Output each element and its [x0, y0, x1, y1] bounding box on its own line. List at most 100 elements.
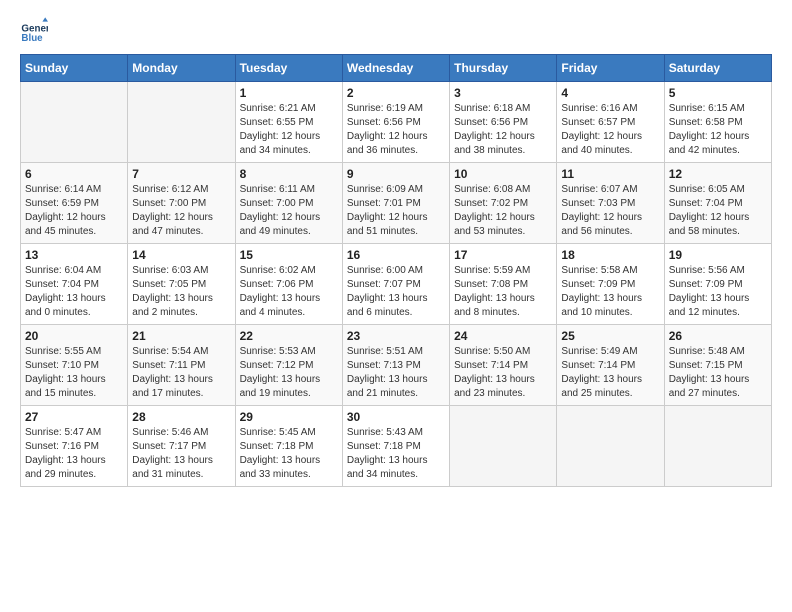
day-info: Sunrise: 6:12 AM Sunset: 7:00 PM Dayligh… — [132, 183, 230, 239]
day-number: 25 — [561, 329, 659, 343]
day-number: 12 — [669, 167, 767, 181]
day-number: 4 — [561, 86, 659, 100]
day-info: Sunrise: 6:00 AM Sunset: 7:07 PM Dayligh… — [347, 264, 445, 320]
day-cell: 16 Sunrise: 6:00 AM Sunset: 7:07 PM Dayli… — [342, 244, 449, 325]
day-number: 19 — [669, 248, 767, 262]
day-info: Sunrise: 5:43 AM Sunset: 7:18 PM Dayligh… — [347, 426, 445, 482]
week-row-2: 6 Sunrise: 6:14 AM Sunset: 6:59 PM Daylig… — [21, 163, 772, 244]
day-cell: 18 Sunrise: 5:58 AM Sunset: 7:09 PM Dayli… — [557, 244, 664, 325]
day-info: Sunrise: 6:04 AM Sunset: 7:04 PM Dayligh… — [25, 264, 123, 320]
day-cell: 13 Sunrise: 6:04 AM Sunset: 7:04 PM Dayli… — [21, 244, 128, 325]
day-cell — [557, 406, 664, 487]
day-cell — [664, 406, 771, 487]
day-info: Sunrise: 5:45 AM Sunset: 7:18 PM Dayligh… — [240, 426, 338, 482]
day-number: 5 — [669, 86, 767, 100]
day-cell: 1 Sunrise: 6:21 AM Sunset: 6:55 PM Daylig… — [235, 82, 342, 163]
day-cell: 8Sunrise: 6:11 AM Sunset: 7:00 PM Daylig… — [235, 163, 342, 244]
week-row-4: 20 Sunrise: 5:55 AM Sunset: 7:10 PM Dayli… — [21, 325, 772, 406]
day-cell: 12 Sunrise: 6:05 AM Sunset: 7:04 PM Dayli… — [664, 163, 771, 244]
day-cell: 17 Sunrise: 5:59 AM Sunset: 7:08 PM Dayli… — [450, 244, 557, 325]
day-cell: 6 Sunrise: 6:14 AM Sunset: 6:59 PM Daylig… — [21, 163, 128, 244]
day-number: 29 — [240, 410, 338, 424]
day-cell: 29 Sunrise: 5:45 AM Sunset: 7:18 PM Dayli… — [235, 406, 342, 487]
day-info: Sunrise: 6:09 AM Sunset: 7:01 PM Dayligh… — [347, 183, 445, 239]
day-cell: 26 Sunrise: 5:48 AM Sunset: 7:15 PM Dayli… — [664, 325, 771, 406]
day-info: Sunrise: 5:48 AM Sunset: 7:15 PM Dayligh… — [669, 345, 767, 401]
day-number: 10 — [454, 167, 552, 181]
day-info: Sunrise: 5:46 AM Sunset: 7:17 PM Dayligh… — [132, 426, 230, 482]
day-info: Sunrise: 5:50 AM Sunset: 7:14 PM Dayligh… — [454, 345, 552, 401]
calendar-table: SundayMondayTuesdayWednesdayThursdayFrid… — [20, 54, 772, 487]
day-info: Sunrise: 6:07 AM Sunset: 7:03 PM Dayligh… — [561, 183, 659, 239]
day-cell: 19Sunrise: 5:56 AM Sunset: 7:09 PM Dayli… — [664, 244, 771, 325]
day-info: Sunrise: 6:16 AM Sunset: 6:57 PM Dayligh… — [561, 102, 659, 158]
day-number: 27 — [25, 410, 123, 424]
day-cell: 27 Sunrise: 5:47 AM Sunset: 7:16 PM Dayli… — [21, 406, 128, 487]
day-cell — [450, 406, 557, 487]
day-number: 15 — [240, 248, 338, 262]
day-number: 17 — [454, 248, 552, 262]
day-cell: 22Sunrise: 5:53 AM Sunset: 7:12 PM Dayli… — [235, 325, 342, 406]
day-number: 3 — [454, 86, 552, 100]
week-row-3: 13 Sunrise: 6:04 AM Sunset: 7:04 PM Dayli… — [21, 244, 772, 325]
day-cell: 21 Sunrise: 5:54 AM Sunset: 7:11 PM Dayli… — [128, 325, 235, 406]
day-number: 2 — [347, 86, 445, 100]
day-cell: 9 Sunrise: 6:09 AM Sunset: 7:01 PM Daylig… — [342, 163, 449, 244]
day-info: Sunrise: 5:51 AM Sunset: 7:13 PM Dayligh… — [347, 345, 445, 401]
day-number: 16 — [347, 248, 445, 262]
day-info: Sunrise: 5:54 AM Sunset: 7:11 PM Dayligh… — [132, 345, 230, 401]
header-cell-thursday: Thursday — [450, 55, 557, 82]
day-cell: 4 Sunrise: 6:16 AM Sunset: 6:57 PM Daylig… — [557, 82, 664, 163]
day-cell: 2Sunrise: 6:19 AM Sunset: 6:56 PM Daylig… — [342, 82, 449, 163]
day-info: Sunrise: 6:05 AM Sunset: 7:04 PM Dayligh… — [669, 183, 767, 239]
header-row: SundayMondayTuesdayWednesdayThursdayFrid… — [21, 55, 772, 82]
day-cell: 28 Sunrise: 5:46 AM Sunset: 7:17 PM Dayli… — [128, 406, 235, 487]
day-cell: 11 Sunrise: 6:07 AM Sunset: 7:03 PM Dayli… — [557, 163, 664, 244]
day-cell: 20 Sunrise: 5:55 AM Sunset: 7:10 PM Dayli… — [21, 325, 128, 406]
day-info: Sunrise: 5:59 AM Sunset: 7:08 PM Dayligh… — [454, 264, 552, 320]
header-cell-saturday: Saturday — [664, 55, 771, 82]
day-cell: 7 Sunrise: 6:12 AM Sunset: 7:00 PM Daylig… — [128, 163, 235, 244]
calendar-body: 1 Sunrise: 6:21 AM Sunset: 6:55 PM Daylig… — [21, 82, 772, 487]
day-number: 28 — [132, 410, 230, 424]
day-cell — [21, 82, 128, 163]
day-info: Sunrise: 5:49 AM Sunset: 7:14 PM Dayligh… — [561, 345, 659, 401]
day-number: 1 — [240, 86, 338, 100]
day-cell: 15 Sunrise: 6:02 AM Sunset: 7:06 PM Dayli… — [235, 244, 342, 325]
day-cell: 14 Sunrise: 6:03 AM Sunset: 7:05 PM Dayli… — [128, 244, 235, 325]
day-number: 26 — [669, 329, 767, 343]
day-info: Sunrise: 6:18 AM Sunset: 6:56 PM Dayligh… — [454, 102, 552, 158]
day-number: 30 — [347, 410, 445, 424]
day-number: 9 — [347, 167, 445, 181]
day-number: 7 — [132, 167, 230, 181]
day-number: 13 — [25, 248, 123, 262]
day-number: 14 — [132, 248, 230, 262]
day-info: Sunrise: 6:15 AM Sunset: 6:58 PM Dayligh… — [669, 102, 767, 158]
day-info: Sunrise: 5:55 AM Sunset: 7:10 PM Dayligh… — [25, 345, 123, 401]
day-info: Sunrise: 6:14 AM Sunset: 6:59 PM Dayligh… — [25, 183, 123, 239]
day-cell: 10Sunrise: 6:08 AM Sunset: 7:02 PM Dayli… — [450, 163, 557, 244]
day-number: 23 — [347, 329, 445, 343]
day-info: Sunrise: 5:58 AM Sunset: 7:09 PM Dayligh… — [561, 264, 659, 320]
day-cell: 24 Sunrise: 5:50 AM Sunset: 7:14 PM Dayli… — [450, 325, 557, 406]
day-cell: 30 Sunrise: 5:43 AM Sunset: 7:18 PM Dayli… — [342, 406, 449, 487]
week-row-5: 27 Sunrise: 5:47 AM Sunset: 7:16 PM Dayli… — [21, 406, 772, 487]
week-row-1: 1 Sunrise: 6:21 AM Sunset: 6:55 PM Daylig… — [21, 82, 772, 163]
day-info: Sunrise: 6:02 AM Sunset: 7:06 PM Dayligh… — [240, 264, 338, 320]
day-cell: 23 Sunrise: 5:51 AM Sunset: 7:13 PM Dayli… — [342, 325, 449, 406]
day-number: 6 — [25, 167, 123, 181]
day-cell: 25 Sunrise: 5:49 AM Sunset: 7:14 PM Dayli… — [557, 325, 664, 406]
day-number: 21 — [132, 329, 230, 343]
day-number: 20 — [25, 329, 123, 343]
day-number: 24 — [454, 329, 552, 343]
day-info: Sunrise: 6:21 AM Sunset: 6:55 PM Dayligh… — [240, 102, 338, 158]
page-header: General Blue — [20, 16, 772, 44]
calendar-header: SundayMondayTuesdayWednesdayThursdayFrid… — [21, 55, 772, 82]
day-number: 11 — [561, 167, 659, 181]
header-cell-friday: Friday — [557, 55, 664, 82]
day-info: Sunrise: 5:47 AM Sunset: 7:16 PM Dayligh… — [25, 426, 123, 482]
day-number: 18 — [561, 248, 659, 262]
logo: General Blue — [20, 16, 52, 44]
day-number: 8 — [240, 167, 338, 181]
day-info: Sunrise: 6:03 AM Sunset: 7:05 PM Dayligh… — [132, 264, 230, 320]
